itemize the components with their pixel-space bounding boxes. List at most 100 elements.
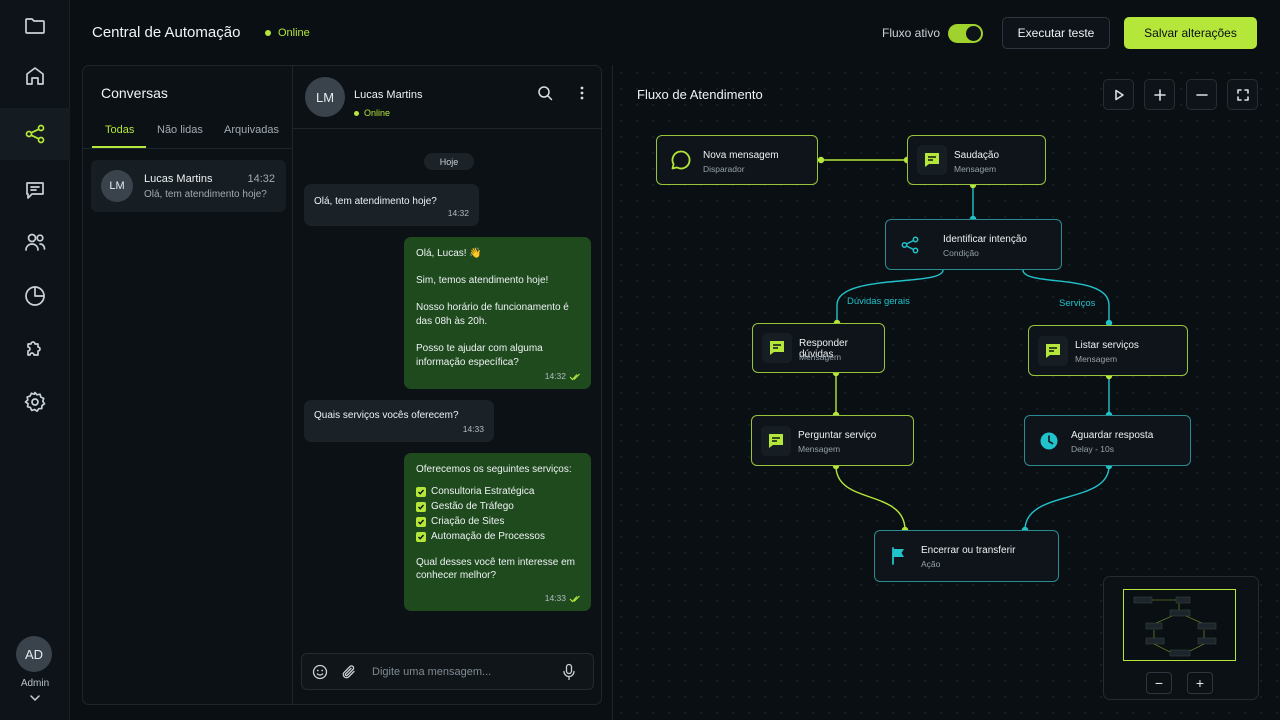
status-indicator: Online bbox=[265, 27, 310, 39]
message-bubble-incoming: Olá, tem atendimento hoje? 14:32 bbox=[304, 184, 479, 226]
avatar[interactable]: AD bbox=[16, 636, 52, 672]
flow-node-greeting[interactable]: Saudação Mensagem bbox=[907, 135, 1046, 185]
flow-node-list-services[interactable]: Listar serviços Mensagem bbox=[1028, 325, 1188, 376]
message-icon bbox=[761, 425, 791, 456]
message-input[interactable] bbox=[372, 663, 552, 681]
message-text: Olá, Lucas! 👋 Sim, temos atendimento hoj… bbox=[416, 248, 569, 368]
conversations-panel: Conversas Todas Não lidas Arquivadas LM … bbox=[82, 65, 602, 705]
sidebar-item-settings[interactable] bbox=[0, 376, 70, 428]
node-subtitle: Mensagem bbox=[1075, 354, 1118, 364]
minimap-viewport[interactable] bbox=[1123, 589, 1236, 661]
conversations-title: Conversas bbox=[101, 85, 168, 101]
flag-icon bbox=[884, 541, 914, 571]
service-label: Automação de Processos bbox=[431, 531, 545, 543]
run-test-button[interactable]: Executar teste bbox=[1002, 17, 1110, 49]
node-title: Perguntar serviço bbox=[798, 430, 877, 441]
node-title: Identificar intenção bbox=[943, 234, 1027, 245]
page-title: Central de Automação bbox=[92, 24, 241, 41]
chat-window: LM Lucas Martins Online Hoje Olá, tem at… bbox=[293, 66, 601, 704]
top-bar: Central de Automação Online Fluxo ativo … bbox=[70, 0, 1280, 64]
clock-icon bbox=[1034, 426, 1064, 456]
double-check-icon bbox=[569, 595, 580, 603]
sidebar-item-flows[interactable] bbox=[0, 108, 70, 160]
save-button[interactable]: Salvar alterações bbox=[1124, 17, 1257, 49]
attachment-icon[interactable] bbox=[341, 664, 357, 680]
user-label: Admin bbox=[20, 678, 50, 689]
play-button[interactable] bbox=[1103, 79, 1134, 110]
chevron-down-icon[interactable] bbox=[29, 693, 41, 703]
tab-all[interactable]: Todas bbox=[105, 124, 134, 136]
flow-node-answer-questions[interactable]: Responder dúvidas Mensagem bbox=[752, 323, 885, 373]
message-time-text: 14:33 bbox=[544, 593, 566, 604]
edge-label: Serviços bbox=[1059, 298, 1096, 309]
flow-node-wait-response[interactable]: Aguardar resposta Delay - 10s bbox=[1024, 415, 1191, 466]
tab-archived[interactable]: Arquivadas bbox=[224, 124, 279, 136]
node-title: Listar serviços bbox=[1075, 340, 1139, 351]
checkbox-icon bbox=[416, 517, 426, 528]
sidebar-item-contacts[interactable] bbox=[0, 216, 70, 268]
chat-bubble-icon bbox=[666, 145, 696, 175]
node-title: Encerrar ou transferir bbox=[921, 545, 1016, 556]
online-dot bbox=[265, 30, 271, 36]
sidebar-item-home[interactable] bbox=[0, 50, 70, 102]
search-icon[interactable] bbox=[537, 85, 553, 101]
zoom-out-button[interactable] bbox=[1186, 79, 1217, 110]
folder-icon bbox=[25, 18, 45, 34]
node-subtitle: Ação bbox=[921, 559, 941, 569]
zoom-in-button[interactable] bbox=[1144, 79, 1175, 110]
message-bubble-incoming: Quais serviços vocês oferecem? 14:33 bbox=[304, 400, 494, 442]
flow-node-ask-service[interactable]: Perguntar serviço Mensagem bbox=[751, 415, 914, 466]
minimap-preview bbox=[1133, 596, 1217, 657]
minimap-zoom-in-button[interactable]: + bbox=[1187, 672, 1213, 694]
node-title: Saudação bbox=[954, 150, 1000, 161]
flow-title: Fluxo de Atendimento bbox=[637, 87, 763, 102]
avatar: LM bbox=[305, 77, 345, 117]
sidebar-item-files[interactable] bbox=[0, 0, 70, 52]
tab-unread[interactable]: Não lidas bbox=[157, 124, 203, 136]
message-bubble-outgoing: Olá, Lucas! 👋 Sim, temos atendimento hoj… bbox=[404, 237, 591, 389]
status-text: Online bbox=[278, 27, 310, 39]
active-tab-indicator bbox=[92, 146, 146, 148]
checkbox-icon bbox=[416, 502, 426, 513]
sidebar-item-reports[interactable] bbox=[0, 270, 70, 322]
message-icon bbox=[762, 333, 792, 363]
message-time: 14:32 bbox=[545, 371, 581, 383]
fullscreen-button[interactable] bbox=[1227, 79, 1258, 110]
more-options-icon[interactable] bbox=[574, 85, 590, 101]
message-text: Quais serviços vocês oferecem? bbox=[314, 410, 459, 421]
day-separator: Hoje bbox=[424, 153, 474, 170]
emoji-icon[interactable] bbox=[312, 664, 328, 680]
contact-name: Lucas Martins bbox=[354, 89, 423, 101]
message-time-text: 14:32 bbox=[447, 208, 469, 219]
message-time: 14:33 bbox=[463, 424, 484, 436]
flow-node-end-transfer[interactable]: Encerrar ou transferir Ação bbox=[874, 530, 1059, 582]
flow-canvas[interactable]: Fluxo de Atendimento Dúvidas gerais Serv… bbox=[612, 65, 1280, 720]
list-item[interactable]: LM Lucas Martins 14:32 Olá, tem atendime… bbox=[91, 160, 286, 212]
microphone-icon[interactable] bbox=[561, 663, 577, 681]
message-time-text: 14:32 bbox=[544, 371, 566, 382]
node-subtitle: Delay - 10s bbox=[1071, 444, 1114, 454]
flow-node-identify-intent[interactable]: Identificar intenção Condição bbox=[885, 219, 1062, 270]
flow-node-new-message[interactable]: Nova mensagem Disparador bbox=[656, 135, 818, 185]
home-icon bbox=[26, 67, 44, 85]
checkbox-icon bbox=[416, 487, 426, 498]
puzzle-icon bbox=[27, 341, 41, 356]
message-text: Qual desses você tem interesse em conhec… bbox=[416, 556, 575, 582]
share-icon bbox=[895, 230, 925, 260]
conversation-name: Lucas Martins bbox=[144, 173, 213, 185]
minimap[interactable]: − + bbox=[1103, 576, 1259, 700]
node-subtitle: Mensagem bbox=[798, 444, 841, 454]
sidebar-item-messages[interactable] bbox=[0, 164, 70, 216]
message-text: Oferecemos os seguintes serviços: bbox=[416, 464, 572, 475]
sidebar-rail: AD Admin bbox=[0, 0, 70, 720]
flow-active-toggle[interactable] bbox=[948, 24, 983, 43]
users-icon bbox=[25, 233, 46, 251]
tabs-divider bbox=[83, 148, 293, 149]
message-time-text: 14:33 bbox=[462, 424, 484, 435]
sidebar-item-integrations[interactable] bbox=[0, 322, 70, 374]
minimap-zoom-out-button[interactable]: − bbox=[1146, 672, 1172, 694]
message-bubble-outgoing: Oferecemos os seguintes serviços: Consul… bbox=[404, 453, 591, 611]
node-title: Nova mensagem bbox=[703, 150, 779, 161]
toggle-knob bbox=[966, 26, 981, 41]
zoom-out-icon bbox=[1195, 93, 1208, 96]
